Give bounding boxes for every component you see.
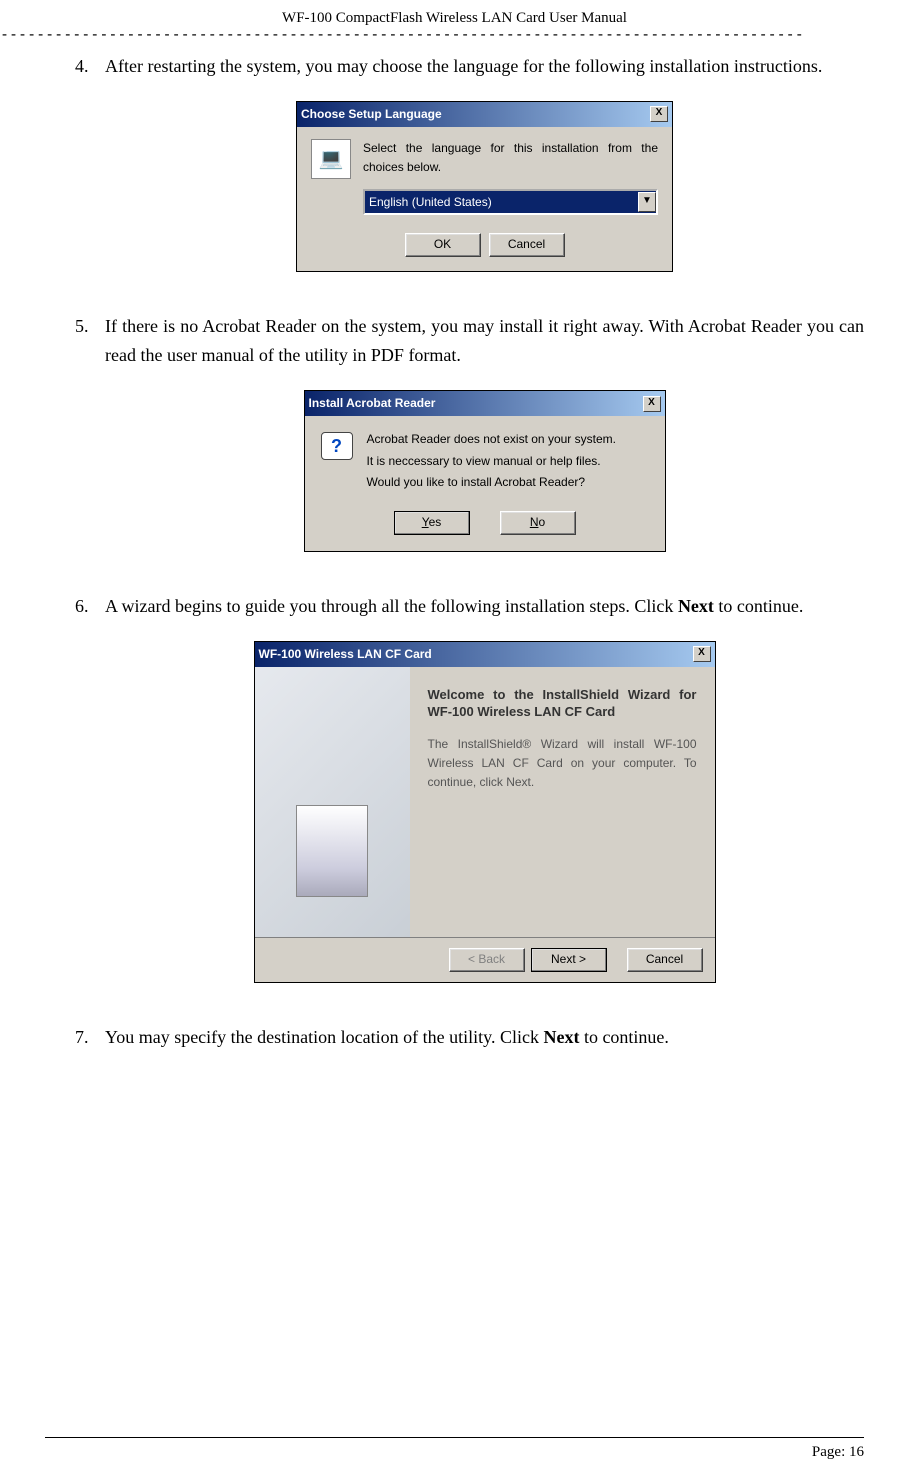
dialog-line2: It is neccessary to view manual or help … — [367, 454, 616, 470]
step-text: After restarting the system, you may cho… — [105, 56, 822, 76]
dialog-prompt: Select the language for this installatio… — [363, 139, 658, 177]
combo-value: English (United States) — [369, 193, 492, 212]
install-acrobat-dialog: Install Acrobat Reader X ? Acrobat Reade… — [304, 390, 666, 552]
wizard-box-graphic — [296, 805, 368, 897]
dialog-title: Choose Setup Language — [301, 105, 442, 124]
language-combobox[interactable]: English (United States) ▼ — [363, 189, 658, 215]
footer-rule — [45, 1437, 864, 1438]
step-6: A wizard begins to guide you through all… — [45, 592, 864, 983]
chevron-down-icon[interactable]: ▼ — [638, 192, 656, 212]
cancel-button[interactable]: Cancel — [627, 948, 703, 972]
wizard-body-text: The InstallShield® Wizard will install W… — [428, 735, 697, 793]
back-button: < Back — [449, 948, 525, 972]
step-text-a: A wizard begins to guide you through all… — [105, 596, 678, 616]
next-button[interactable]: Next > — [531, 948, 607, 972]
next-bold: Next — [678, 596, 714, 616]
no-button[interactable]: No — [500, 511, 576, 535]
setup-icon: 💻 — [311, 139, 351, 179]
step-5: If there is no Acrobat Reader on the sys… — [45, 312, 864, 552]
step-text-b: to continue. — [579, 1027, 668, 1047]
cancel-button[interactable]: Cancel — [489, 233, 565, 257]
ok-button[interactable]: OK — [405, 233, 481, 257]
close-icon[interactable]: X — [643, 396, 661, 412]
yes-button[interactable]: Yes — [394, 511, 470, 535]
dialog-line3: Would you like to install Acrobat Reader… — [367, 475, 616, 491]
dialog-line1: Acrobat Reader does not exist on your sy… — [367, 432, 616, 448]
next-bold: Next — [543, 1027, 579, 1047]
wizard-sidebar-image — [255, 667, 410, 937]
step-text-a: You may specify the destination location… — [105, 1027, 543, 1047]
page-number: Page: 16 — [45, 1444, 864, 1461]
step-7: You may specify the destination location… — [45, 1023, 864, 1052]
question-icon: ? — [321, 432, 353, 464]
divider-dashes: ----------------------------------------… — [0, 27, 909, 42]
dialog-title: Install Acrobat Reader — [309, 394, 436, 413]
close-icon[interactable]: X — [650, 106, 668, 122]
step-text-b: to continue. — [714, 596, 803, 616]
step-4: After restarting the system, you may cho… — [45, 52, 864, 272]
dialog-title: WF-100 Wireless LAN CF Card — [259, 645, 432, 664]
doc-header-title: WF-100 CompactFlash Wireless LAN Card Us… — [0, 0, 909, 27]
choose-language-dialog: Choose Setup Language X 💻 Select the lan… — [296, 101, 673, 273]
installshield-wizard-dialog: WF-100 Wireless LAN CF Card X Welcome to… — [254, 641, 716, 983]
step-text: If there is no Acrobat Reader on the sys… — [105, 316, 864, 365]
wizard-heading: Welcome to the InstallShield Wizard for … — [428, 687, 697, 721]
close-icon[interactable]: X — [693, 646, 711, 662]
